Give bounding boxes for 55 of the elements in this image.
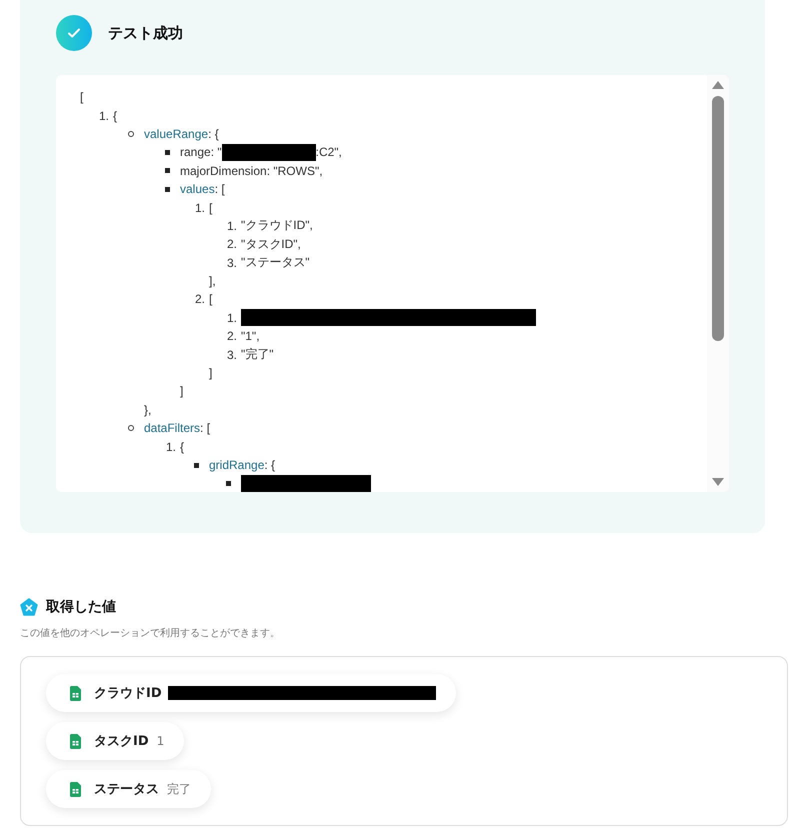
code-text: : {	[208, 126, 219, 141]
list-number: 3.	[226, 348, 238, 362]
section-description: この値を他のオペレーションで利用することができます。	[20, 626, 281, 640]
code-text: : {	[264, 458, 276, 472]
square-bullet-icon	[165, 168, 170, 174]
code-text: },	[144, 402, 152, 417]
code-text: :C2",	[316, 145, 342, 160]
code-text: "1",	[241, 329, 260, 344]
square-bullet-icon	[165, 186, 170, 192]
code-text: [	[80, 90, 84, 104]
code-text: [	[209, 200, 212, 215]
code-text: ]	[180, 384, 184, 398]
square-bullet-icon	[194, 462, 199, 468]
scrollbar[interactable]	[707, 75, 729, 492]
spreadsheet-icon	[70, 734, 81, 748]
code-text: ]	[209, 366, 212, 380]
list-number: 2.	[194, 292, 206, 306]
code-text: : [	[214, 182, 225, 196]
code-key: dataFilters	[144, 421, 200, 436]
code-key: values	[180, 182, 215, 196]
code-text: majorDimension: "ROWS",	[180, 164, 323, 178]
code-text: : [	[200, 421, 210, 436]
code-text: "ステータス"	[241, 254, 310, 272]
result-title: テスト成功	[108, 24, 183, 42]
code-text: range: "	[180, 145, 222, 160]
list-number: 1.	[98, 108, 110, 123]
code-text: "完了"	[241, 346, 274, 364]
circle-bullet-icon	[128, 130, 134, 137]
list-number: 1.	[226, 218, 238, 233]
code-key: valueRange	[144, 126, 208, 141]
code-text: "クラウドID",	[241, 217, 313, 234]
code-text: {	[180, 440, 184, 454]
list-number: 2.	[226, 329, 238, 344]
spreadsheet-icon	[70, 686, 81, 700]
value-chip[interactable]: クラウドID	[46, 674, 456, 712]
code-key: gridRange	[209, 458, 264, 472]
list-number: 2.	[226, 237, 238, 252]
list-number: 1.	[194, 200, 206, 215]
pentagon-icon	[20, 598, 38, 616]
scroll-down-icon[interactable]	[712, 478, 724, 486]
list-number: 1.	[164, 440, 177, 454]
list-number: 3.	[226, 256, 238, 270]
code-text: [	[209, 292, 212, 306]
code-text: "タスクID",	[241, 236, 301, 253]
value-chip[interactable]: タスクID 1	[46, 722, 184, 760]
code-text: {	[113, 108, 118, 123]
square-bullet-icon	[165, 150, 170, 155]
value-chip[interactable]: ステータス 完了	[46, 770, 211, 808]
section-title: 取得した値	[46, 598, 116, 616]
scroll-up-icon[interactable]	[712, 81, 724, 89]
code-text: ],	[209, 274, 216, 288]
circle-bullet-icon	[128, 425, 134, 432]
square-bullet-icon	[226, 480, 231, 486]
spreadsheet-icon	[70, 782, 81, 796]
list-number: 1.	[226, 310, 238, 325]
